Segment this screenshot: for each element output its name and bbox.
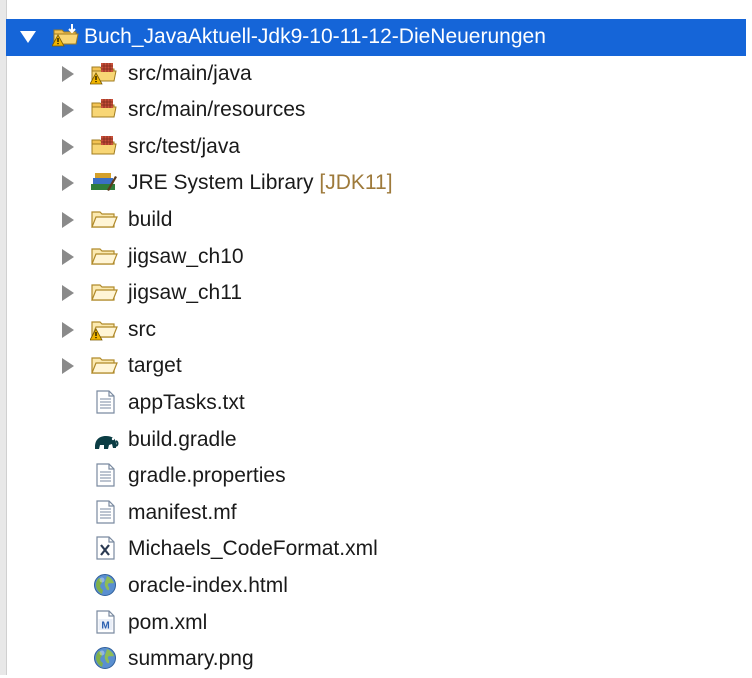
tree-item-build-gradle[interactable]: build.gradle	[6, 422, 752, 459]
tree-item-label-group: JRE System Library [JDK11]	[128, 171, 393, 195]
expand-twisty-icon[interactable]	[60, 211, 76, 228]
maven-pom-icon: M	[96, 609, 115, 634]
tree-item-label: oracle-index.html	[128, 573, 288, 597]
globe-icon	[94, 573, 116, 596]
expand-twisty-icon[interactable]	[60, 248, 76, 265]
tree-item-label: jigsaw_ch10	[128, 244, 244, 268]
tree-item-label: src/main/resources	[128, 98, 306, 122]
jdk-version-decoration: [JDK11]	[319, 171, 393, 195]
tree-item-pom-xml[interactable]: M pom.xml	[6, 605, 752, 642]
project-name: Buch_JavaAktuell-Jdk9-10-11-12-DieNeueru…	[84, 25, 546, 48]
folder-icon	[91, 211, 118, 228]
tree-item-label: manifest.mf	[128, 500, 237, 524]
tree-item-label: Michaels_CodeFormat.xml	[128, 537, 378, 561]
tree-item-src-main-java[interactable]: src/main/java	[6, 56, 752, 93]
gradle-elephant-icon	[95, 435, 119, 449]
tree-item-label: pom.xml	[128, 610, 208, 634]
expand-twisty-icon[interactable]	[60, 65, 76, 82]
tree-item-src[interactable]: src	[6, 312, 752, 349]
tree-item-label: src/main/java	[128, 61, 252, 85]
tree-item-michaels-codeformat-xml[interactable]: Michaels_CodeFormat.xml	[6, 531, 752, 568]
tree-item-label: build.gradle	[128, 427, 237, 451]
project-explorer-tree[interactable]: Buch_JavaAktuell-Jdk9-10-11-12-DieNeueru…	[6, 19, 752, 678]
tree-item-jre-system-library[interactable]: JRE System Library [JDK11]	[6, 165, 752, 202]
globe-icon	[94, 647, 116, 670]
tree-item-label: JRE System Library	[128, 171, 314, 195]
source-package-folder-icon	[91, 135, 117, 155]
tree-item-apptasks-txt[interactable]: appTasks.txt	[6, 385, 752, 422]
tree-item-label: src/test/java	[128, 134, 241, 158]
tree-item-build[interactable]: build	[6, 202, 752, 239]
text-file-icon	[96, 463, 115, 487]
folder-icon	[91, 284, 118, 301]
tree-item-summary-png[interactable]: summary.png	[6, 641, 752, 678]
text-file-icon	[96, 390, 115, 414]
xml-file-icon	[96, 536, 115, 560]
expand-twisty-icon[interactable]	[60, 175, 76, 192]
project-folder-warning-icon	[52, 24, 79, 47]
tree-item-label: target	[128, 354, 182, 378]
expand-twisty-icon[interactable]	[60, 321, 76, 338]
tree-item-label: src	[128, 317, 156, 341]
tree-item-src-test-java[interactable]: src/test/java	[6, 129, 752, 166]
tree-item-jigsaw-ch10[interactable]: jigsaw_ch10	[6, 239, 752, 276]
tree-item-src-main-resources[interactable]: src/main/resources	[6, 92, 752, 129]
text-file-icon	[96, 500, 115, 524]
tree-item-target[interactable]: target	[6, 348, 752, 385]
expand-twisty-icon[interactable]	[60, 138, 76, 155]
tree-item-gradle-properties[interactable]: gradle.properties	[6, 458, 752, 495]
tree-item-label: appTasks.txt	[128, 390, 245, 414]
tree-item-label: summary.png	[128, 647, 254, 671]
tree-item-manifest-mf[interactable]: manifest.mf	[6, 495, 752, 532]
tree-item-oracle-index-html[interactable]: oracle-index.html	[6, 568, 752, 605]
expand-twisty-icon[interactable]	[60, 358, 76, 375]
source-package-folder-icon	[91, 99, 117, 118]
tree-item-project-root[interactable]: Buch_JavaAktuell-Jdk9-10-11-12-DieNeueru…	[6, 19, 746, 56]
expand-twisty-icon[interactable]	[60, 285, 76, 302]
tree-item-label: build	[128, 207, 173, 231]
source-package-folder-warning-icon	[90, 62, 117, 84]
svg-text:M: M	[101, 620, 109, 631]
tree-item-label: gradle.properties	[128, 464, 286, 488]
folder-warning-icon	[90, 321, 118, 341]
tree-item-jigsaw-ch11[interactable]: jigsaw_ch11	[6, 275, 752, 312]
collapse-twisty-icon[interactable]	[20, 29, 36, 45]
tree-item-label: jigsaw_ch11	[128, 281, 243, 305]
folder-icon	[91, 247, 118, 265]
folder-icon	[91, 357, 118, 374]
expand-twisty-icon[interactable]	[60, 102, 76, 119]
library-books-icon	[91, 173, 117, 192]
